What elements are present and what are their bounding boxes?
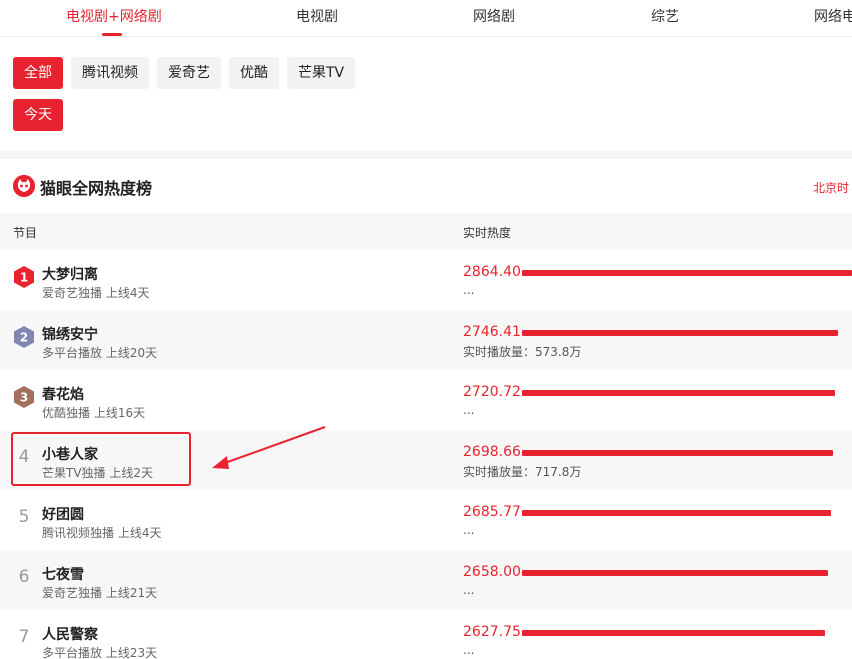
- rank-number: 7: [18, 627, 30, 647]
- heat-bar: [522, 570, 828, 576]
- program-description: 多平台播放 上线23天: [42, 646, 158, 659]
- ranking-title: 猫眼全网热度榜: [40, 179, 153, 198]
- maoyan-cat-icon: [13, 175, 35, 197]
- beijing-time-label: 北京时: [813, 181, 850, 195]
- play-count: ...: [463, 583, 475, 597]
- rank-number: 5: [18, 507, 30, 527]
- filter-mango[interactable]: 芒果TV: [287, 57, 356, 89]
- program-name[interactable]: 七夜雪: [42, 564, 84, 584]
- program-name[interactable]: 人民警察: [42, 624, 98, 644]
- heat-value: 2627.75: [463, 624, 521, 640]
- filter-iqiyi[interactable]: 爱奇艺: [157, 57, 221, 89]
- play-count: 实时播放量：717.8万: [463, 465, 582, 479]
- rank-number: 3: [20, 391, 28, 405]
- program-description: 爱奇艺独播 上线21天: [42, 586, 158, 600]
- table-row[interactable]: 2 锦绣安宁 多平台播放 上线20天 2746.41 实时播放量：573.8万: [0, 310, 852, 370]
- play-count: 实时播放量：573.8万: [463, 345, 582, 359]
- heat-value: 2720.72: [463, 384, 521, 400]
- program-name[interactable]: 大梦归离: [42, 264, 98, 284]
- program-description: 爱奇艺独播 上线4天: [42, 286, 150, 300]
- rank-badge: 7: [13, 625, 35, 649]
- table-row[interactable]: 3 春花焰 优酷独播 上线16天 2720.72 ...: [0, 370, 852, 430]
- rank-medal-icon: 2: [13, 325, 35, 349]
- program-name[interactable]: 好团圆: [42, 504, 84, 524]
- table-row[interactable]: 7 人民警察 多平台播放 上线23天 2627.75 ...: [0, 610, 852, 659]
- rank-medal-icon: 1: [13, 265, 35, 289]
- filter-youku[interactable]: 优酷: [229, 57, 279, 89]
- rank-number: 6: [18, 567, 30, 587]
- tab-web-movie[interactable]: 网络电: [814, 6, 852, 26]
- table-row[interactable]: 5 好团圆 腾讯视频独播 上线4天 2685.77 ...: [0, 490, 852, 550]
- tab-variety[interactable]: 综艺: [651, 6, 679, 26]
- program-name[interactable]: 春花焰: [42, 384, 84, 404]
- section-divider: [0, 151, 852, 159]
- highlight-box: [11, 432, 191, 486]
- heat-bar: [522, 630, 825, 636]
- column-header-heat: 实时热度: [463, 226, 512, 240]
- tab-web-drama[interactable]: 网络剧: [473, 6, 515, 26]
- tab-tv-drama[interactable]: 电视剧: [296, 6, 338, 26]
- program-description: 腾讯视频独播 上线4天: [42, 526, 162, 540]
- filter-tencent[interactable]: 腾讯视频: [71, 57, 149, 89]
- filter-today[interactable]: 今天: [13, 99, 63, 131]
- table-header: 节目 实时热度: [0, 213, 852, 250]
- table-row[interactable]: 6 七夜雪 爱奇艺独播 上线21天 2658.00 ...: [0, 550, 852, 610]
- heat-bar: [522, 510, 831, 516]
- heat-value: 2864.40: [463, 264, 521, 280]
- filter-all[interactable]: 全部: [13, 57, 63, 89]
- heat-bar: [522, 270, 852, 276]
- play-count: ...: [463, 523, 475, 537]
- rank-medal-icon: 3: [13, 385, 35, 409]
- heat-bar: [522, 330, 838, 336]
- play-count: ...: [463, 283, 475, 297]
- rank-number: 2: [20, 331, 28, 345]
- play-count: ...: [463, 403, 475, 417]
- table-row[interactable]: 1 大梦归离 爱奇艺独播 上线4天 2864.40 ...: [0, 250, 852, 310]
- rank-number: 1: [20, 271, 28, 285]
- rank-badge: 5: [13, 505, 35, 529]
- category-tabs: 电视剧+网络剧 电视剧 网络剧 综艺 网络电: [0, 0, 852, 37]
- play-count: ...: [463, 643, 475, 657]
- program-name[interactable]: 锦绣安宁: [42, 324, 98, 344]
- rank-badge: 6: [13, 565, 35, 589]
- heat-value: 2698.66: [463, 444, 521, 460]
- heat-bar: [522, 390, 835, 396]
- program-description: 多平台播放 上线20天: [42, 346, 158, 360]
- heat-value: 2746.41: [463, 324, 521, 340]
- heat-bar: [522, 450, 833, 456]
- active-tab-indicator: [102, 33, 122, 36]
- heat-value: 2658.00: [463, 564, 521, 580]
- program-description: 优酷独播 上线16天: [42, 406, 146, 420]
- column-header-program: 节目: [13, 226, 38, 240]
- heat-value: 2685.77: [463, 504, 521, 520]
- tab-tv-and-web-drama[interactable]: 电视剧+网络剧: [66, 6, 162, 26]
